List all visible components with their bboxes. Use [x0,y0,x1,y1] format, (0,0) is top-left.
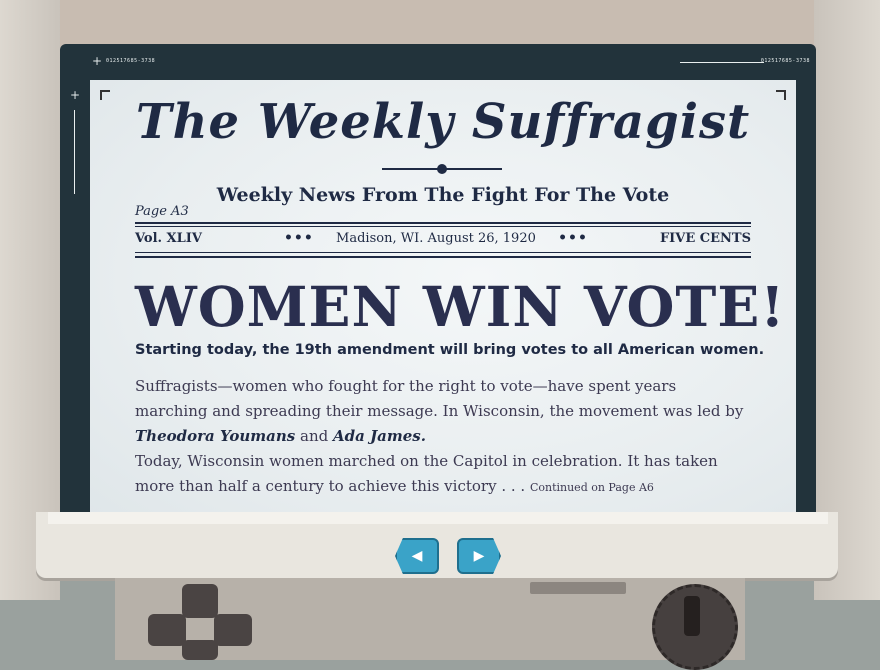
dpad-right-button[interactable] [214,614,252,646]
continued-note: Continued on Page A6 [529,481,654,494]
arrow-left-icon: ◀ [411,548,423,564]
console-shelf-lip [48,512,828,524]
masthead-ornament-dot [437,164,447,174]
dateline: Madison, WI. August 26, 1920 [336,230,536,246]
divider-rule [135,226,751,227]
cabinet-right-panel [814,0,880,600]
article-body: Suffragists—women who fought for the rig… [135,374,751,500]
conjunction: and [300,427,329,445]
crosshair-icon: + [92,54,103,68]
price-label: FIVE CENTS [659,230,751,246]
next-page-button[interactable]: ▶ [457,538,501,574]
cabinet-left-panel [0,0,60,600]
bezel-serial-left: 012517685-3738 [106,58,156,64]
newspaper-tagline: Weekly News From The Fight For The Vote [216,184,670,206]
coin-slot [530,582,626,594]
crosshair-icon: + [70,88,81,102]
bezel-serial-right: 012517685-3738 [760,58,810,64]
person-name: Ada James. [333,427,426,445]
divider-rule [135,252,751,253]
page-reference: Page A3 [135,204,189,219]
divider-rule [135,222,751,224]
previous-page-button[interactable]: ◀ [395,538,439,574]
dpad-up-button[interactable] [182,584,218,618]
separator-dots: ••• [558,230,588,246]
dial-knob-indicator [684,596,700,636]
separator-dots: ••• [283,230,314,246]
volume-label: Vol. XLIV [135,230,202,246]
deck-subheadline: Starting today, the 19th amendment will … [135,342,765,358]
newspaper-screen: The Weekly Suffragist Weekly News From T… [90,80,796,520]
person-name: Theodora Youmans [135,427,296,445]
dpad-down-button[interactable] [182,640,218,660]
info-bar: Vol. XLIV ••• Madison, WI. August 26, 19… [135,230,751,246]
headline: WOMEN WIN VOTE! [135,274,786,339]
newspaper-masthead: The Weekly Suffragist [135,94,751,150]
divider-rule [135,256,751,258]
arrow-right-icon: ▶ [473,548,485,564]
bezel-guide-line [74,110,75,194]
dpad-left-button[interactable] [148,614,186,646]
bezel-guide-line [680,62,764,63]
article-paragraph: Suffragists—women who fought for the rig… [135,377,744,420]
